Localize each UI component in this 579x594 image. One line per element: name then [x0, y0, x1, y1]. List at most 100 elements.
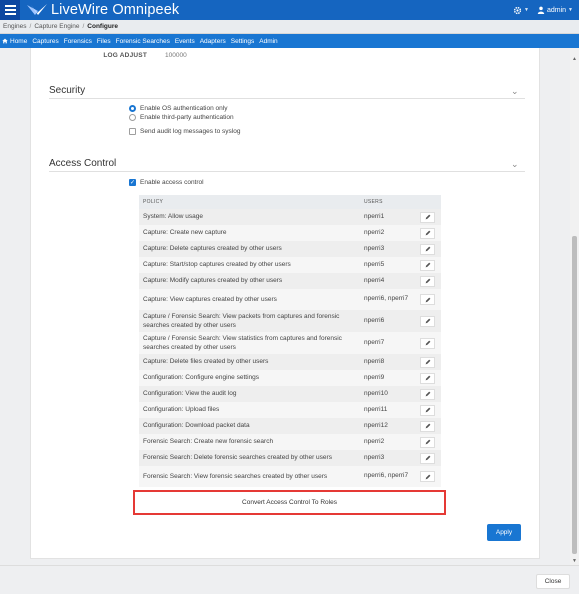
action-cell: [414, 372, 441, 384]
edit-button[interactable]: [420, 372, 435, 384]
breadcrumb: Engines / Capture Engine / Configure: [0, 20, 579, 34]
table-row: Forensic Search: Delete forensic searche…: [139, 450, 441, 466]
edit-button[interactable]: [420, 243, 435, 255]
user-label: admin: [546, 6, 567, 14]
user-menu[interactable]: admin ▼: [537, 6, 573, 14]
table-row: Capture / Forensic Search: View statisti…: [139, 332, 441, 354]
edit-button[interactable]: [420, 388, 435, 400]
pencil-icon: [425, 391, 430, 397]
table-row: Configuration: Configure engine settings…: [139, 370, 441, 386]
table-row: Forensic Search: View forensic searches …: [139, 466, 441, 487]
vertical-scrollbar[interactable]: ▲ ▼: [570, 48, 579, 565]
pencil-icon: [425, 423, 430, 429]
nav-captures[interactable]: Captures: [32, 38, 58, 45]
edit-button[interactable]: [420, 211, 435, 223]
users-cell: nperri2: [364, 228, 385, 236]
edit-button[interactable]: [420, 337, 435, 349]
section-divider: [49, 171, 525, 172]
settings-menu[interactable]: ▼: [513, 6, 529, 15]
users-cell: nperri6, nperri7: [364, 295, 409, 303]
policy-cell: Forensic Search: View forensic searches …: [143, 472, 328, 480]
nav-home[interactable]: Home: [2, 38, 27, 45]
policy-cell: Capture: Modify captures created by othe…: [143, 277, 283, 285]
syslog-checkbox[interactable]: [129, 128, 136, 135]
edit-button[interactable]: [420, 356, 435, 368]
table-row: Capture / Forensic Search: View packets …: [139, 310, 441, 332]
policy-cell: Configuration: View the audit log: [143, 390, 237, 398]
scrollbar-thumb[interactable]: [572, 236, 577, 554]
livewire-logo-icon: [27, 4, 47, 15]
table-row: Capture: Delete captures created by othe…: [139, 241, 441, 257]
hamburger-icon[interactable]: [0, 0, 20, 20]
edit-button[interactable]: [420, 452, 435, 464]
scroll-up-icon[interactable]: ▲: [570, 54, 579, 63]
nav-events[interactable]: Events: [175, 38, 195, 45]
third-party-auth-option[interactable]: Enable third-party authentication: [129, 114, 234, 121]
edit-button[interactable]: [420, 436, 435, 448]
policy-cell: Configuration: Configure engine settings: [143, 374, 259, 382]
edit-button[interactable]: [420, 315, 435, 327]
breadcrumb-engines[interactable]: Engines: [3, 23, 27, 30]
breadcrumb-separator: /: [82, 23, 85, 30]
footer-bar: Close: [0, 565, 579, 594]
users-cell: nperri1: [364, 212, 385, 220]
policy-cell: Capture: Delete captures created by othe…: [143, 245, 282, 253]
scroll-down-icon[interactable]: ▼: [570, 556, 579, 565]
log-adjust-label: LOG ADJUST: [103, 52, 147, 59]
table-row: Forensic Search: Create new forensic sea…: [139, 434, 441, 450]
chevron-down-icon[interactable]: ⌄: [511, 159, 519, 170]
policy-cell: Capture: View captures created by other …: [143, 295, 277, 303]
action-cell: [414, 452, 441, 464]
enable-access-control-checkbox[interactable]: ✓: [129, 179, 136, 186]
convert-access-control-button[interactable]: Convert Access Control To Roles: [133, 490, 446, 515]
edit-button[interactable]: [420, 420, 435, 432]
nav-forensics[interactable]: Forensics: [64, 38, 92, 45]
log-adjust-value[interactable]: 100000: [165, 52, 187, 59]
nav-admin[interactable]: Admin: [259, 38, 277, 45]
users-column-header: USERS: [364, 198, 383, 205]
nav-settings[interactable]: Settings: [231, 38, 255, 45]
radio-selected[interactable]: [129, 105, 136, 112]
edit-button[interactable]: [420, 294, 435, 305]
os-auth-option[interactable]: Enable OS authentication only: [129, 105, 227, 112]
edit-button[interactable]: [420, 227, 435, 239]
breadcrumb-configure: Configure: [87, 23, 118, 30]
security-section-title[interactable]: Security: [49, 85, 85, 96]
edit-button[interactable]: [420, 471, 435, 482]
users-cell: nperri10: [364, 389, 388, 397]
nav-adapters[interactable]: Adapters: [200, 38, 226, 45]
policy-cell: Configuration: Upload files: [143, 406, 220, 414]
edit-button[interactable]: [420, 404, 435, 416]
pencil-icon: [425, 318, 430, 324]
apply-button[interactable]: Apply: [487, 524, 521, 541]
users-cell: nperri5: [364, 260, 385, 268]
pencil-icon: [425, 278, 430, 284]
pencil-icon: [425, 230, 430, 236]
breadcrumb-capture-engine[interactable]: Capture Engine: [34, 23, 79, 30]
enable-access-control-label: Enable access control: [140, 179, 204, 186]
os-auth-label: Enable OS authentication only: [140, 105, 228, 112]
configure-scroll-area[interactable]: LOG ADJUST 100000 Security ⌄ Enable OS a…: [0, 48, 579, 565]
users-cell: nperri3: [364, 244, 385, 252]
action-cell: [414, 388, 441, 400]
syslog-option[interactable]: Send audit log messages to syslog: [129, 128, 240, 135]
chevron-down-icon[interactable]: ⌄: [511, 86, 519, 97]
pencil-icon: [425, 407, 430, 413]
access-control-section-title[interactable]: Access Control: [49, 158, 116, 169]
enable-access-control-option[interactable]: ✓ Enable access control: [129, 179, 204, 186]
action-cell: [414, 356, 441, 368]
chevron-down-icon: ▼: [524, 7, 529, 13]
edit-button[interactable]: [420, 259, 435, 271]
gear-icon: [513, 6, 522, 14]
action-cell: [414, 420, 441, 432]
nav-forensic-searches[interactable]: Forensic Searches: [116, 38, 170, 45]
close-button[interactable]: Close: [536, 574, 570, 589]
users-cell: nperri6: [364, 316, 385, 324]
radio-unselected[interactable]: [129, 114, 136, 121]
users-cell: nperri12: [364, 421, 388, 429]
nav-files[interactable]: Files: [97, 38, 111, 45]
action-cell: [414, 275, 441, 287]
policy-column-header: POLICY: [143, 198, 164, 205]
edit-button[interactable]: [420, 275, 435, 287]
app-logo[interactable]: LiveWire Omnipeek: [26, 2, 179, 18]
